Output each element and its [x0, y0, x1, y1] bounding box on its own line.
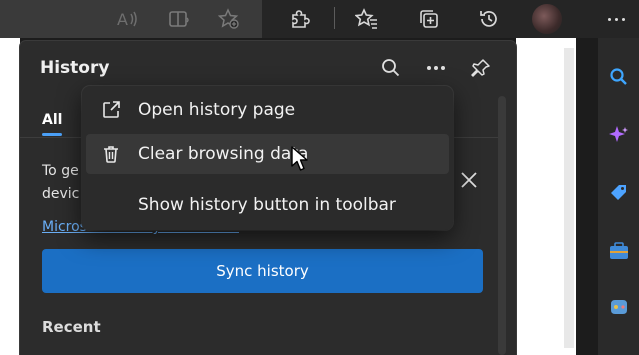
- tab-all[interactable]: All: [42, 112, 62, 128]
- page-content-right: [516, 38, 576, 355]
- read-aloud-icon[interactable]: A: [112, 4, 142, 34]
- close-icon[interactable]: [457, 168, 481, 192]
- extensions-icon[interactable]: [284, 4, 314, 34]
- shopping-tag-icon[interactable]: [608, 182, 630, 204]
- sync-info-text-line2: devic: [42, 186, 80, 202]
- profile-avatar[interactable]: [532, 4, 562, 34]
- immersive-reader-icon[interactable]: [164, 4, 194, 34]
- games-icon[interactable]: [608, 296, 630, 318]
- copilot-icon[interactable]: [608, 124, 630, 146]
- menu-item-show-history-button[interactable]: Show history button in toolbar: [86, 185, 449, 225]
- sync-history-button[interactable]: Sync history: [42, 249, 483, 293]
- history-more-menu: Open history page Clear browsing data Sh…: [82, 86, 453, 230]
- open-external-icon: [100, 99, 122, 121]
- search-history-icon[interactable]: [376, 53, 406, 83]
- more-options-icon[interactable]: [421, 53, 451, 83]
- mouse-cursor-icon: [291, 146, 308, 171]
- trash-icon: [100, 143, 122, 165]
- more-icon[interactable]: [601, 4, 631, 34]
- pin-icon[interactable]: [466, 53, 496, 83]
- page-content-left: [0, 38, 20, 355]
- menu-item-label: Clear browsing data: [138, 144, 309, 164]
- history-icon[interactable]: [474, 4, 504, 34]
- tools-briefcase-icon[interactable]: [608, 240, 630, 262]
- sync-info-text-line1: To ge: [42, 163, 79, 179]
- browser-toolbar: A: [0, 0, 639, 38]
- page-scrollbar[interactable]: [564, 48, 574, 348]
- menu-item-open-history-page[interactable]: Open history page: [86, 90, 449, 130]
- favorites-icon[interactable]: [352, 4, 382, 34]
- toolbar-separator: [334, 7, 335, 29]
- svg-text:A: A: [117, 10, 128, 29]
- menu-item-label: Open history page: [138, 100, 296, 120]
- menu-item-label: Show history button in toolbar: [138, 195, 396, 215]
- recent-heading: Recent: [42, 318, 101, 336]
- menu-item-clear-browsing-data[interactable]: Clear browsing data: [86, 134, 449, 174]
- collections-icon[interactable]: [414, 4, 444, 34]
- edge-sidebar: [598, 38, 639, 355]
- panel-title: History: [40, 58, 110, 78]
- tab-all-indicator: [42, 133, 62, 136]
- add-favorite-icon[interactable]: [214, 4, 244, 34]
- search-icon[interactable]: [608, 66, 630, 88]
- panel-scrollbar[interactable]: [498, 96, 506, 355]
